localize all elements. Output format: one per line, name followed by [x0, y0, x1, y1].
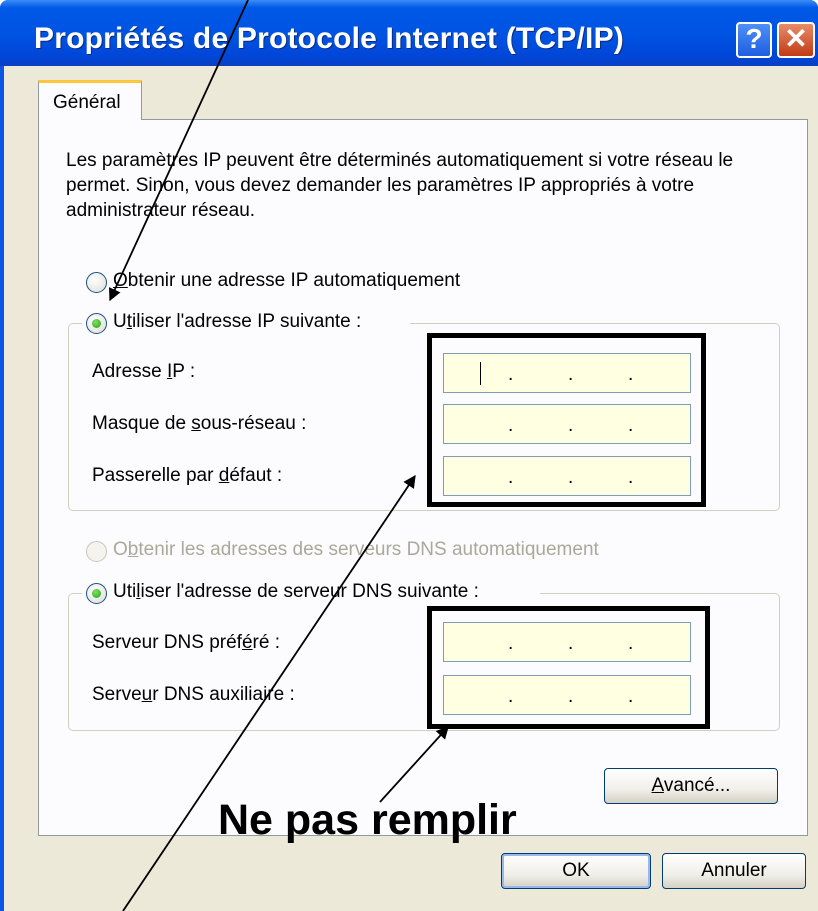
highlight-box-ip-fields	[427, 333, 706, 507]
close-button[interactable]: ✕	[777, 22, 815, 58]
help-button[interactable]: ?	[736, 22, 772, 58]
highlight-box-dns-fields	[427, 606, 710, 729]
preferred-dns-label: Serveur DNS préféré :	[92, 632, 280, 653]
radio-dns-manual-label[interactable]: Utiliser l'adresse de serveur DNS suivan…	[113, 581, 479, 603]
radio-ip-manual-label[interactable]: Utiliser l'adresse IP suivante :	[113, 311, 361, 333]
alternate-dns-label: Serveur DNS auxiliaire :	[92, 684, 295, 705]
title-bar[interactable]: Propriétés de Protocole Internet (TCP/IP…	[0, 0, 818, 66]
ok-button[interactable]: OK	[501, 853, 651, 889]
radio-dns-automatic-label[interactable]: Obtenir les adresses des serveurs DNS au…	[113, 539, 599, 561]
annotation-text: Ne pas remplir	[218, 796, 517, 844]
radio-dns-manual[interactable]	[86, 583, 107, 604]
radio-ip-manual[interactable]	[86, 313, 107, 334]
radio-dns-automatic[interactable]	[86, 541, 107, 562]
window-title: Propriétés de Protocole Internet (TCP/IP…	[34, 22, 624, 55]
cancel-button[interactable]: Annuler	[662, 853, 806, 889]
advanced-button[interactable]: Avancé...	[604, 768, 778, 804]
ip-address-label: Adresse IP :	[92, 361, 196, 382]
tab-general[interactable]: Général	[38, 80, 142, 120]
radio-ip-automatic[interactable]	[86, 272, 107, 293]
tab-general-label: Général	[53, 92, 121, 113]
radio-ip-automatic-label[interactable]: Obtenir une adresse IP automatiquement	[113, 270, 460, 292]
intro-text: Les paramètres IP peuvent être déterminé…	[66, 150, 734, 221]
subnet-mask-label: Masque de sous-réseau :	[92, 413, 307, 434]
default-gateway-label: Passerelle par défaut :	[92, 465, 283, 486]
